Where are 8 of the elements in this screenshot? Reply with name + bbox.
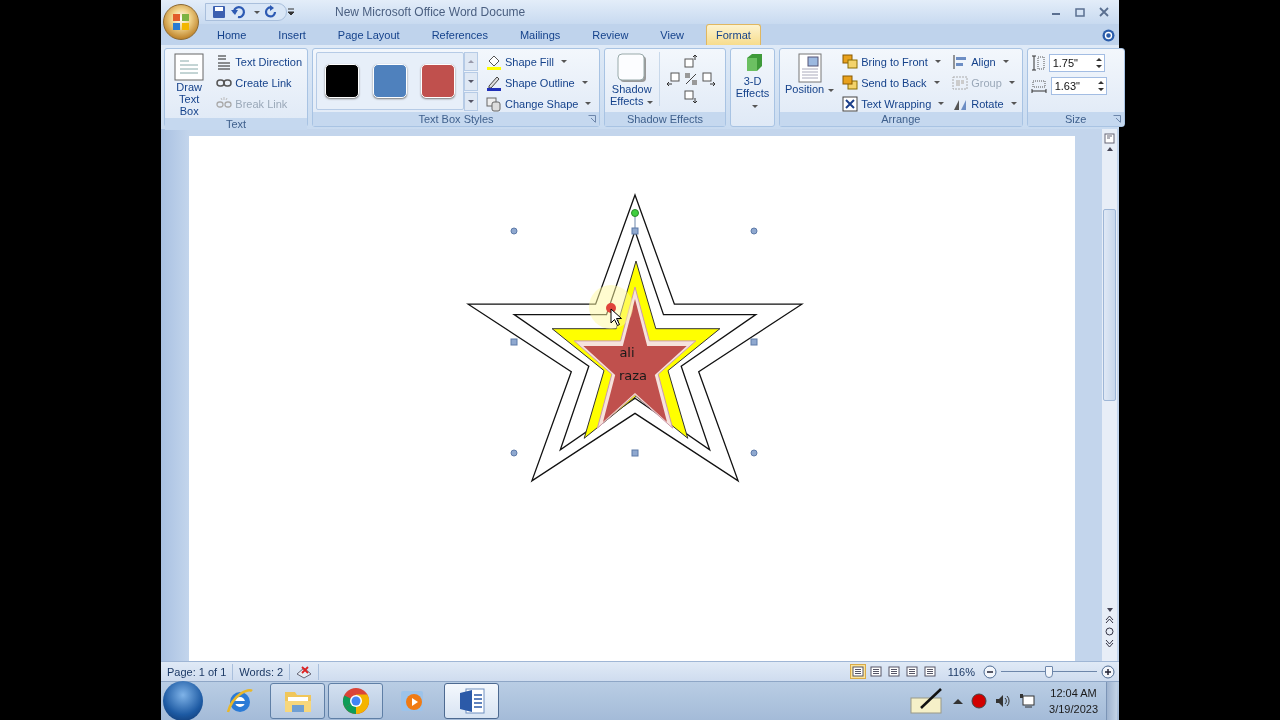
shape-text: raza	[618, 368, 648, 384]
group-title: Arrange	[780, 112, 1022, 127]
window-title: New Microsoft Office Word Docume	[335, 5, 527, 19]
group-title: Text	[165, 118, 307, 131]
group-title: Size	[1027, 112, 1124, 127]
shape-text: ali	[619, 345, 635, 361]
group-title: Text Box Styles	[313, 112, 599, 127]
group-title: Shadow Effects	[605, 112, 725, 127]
